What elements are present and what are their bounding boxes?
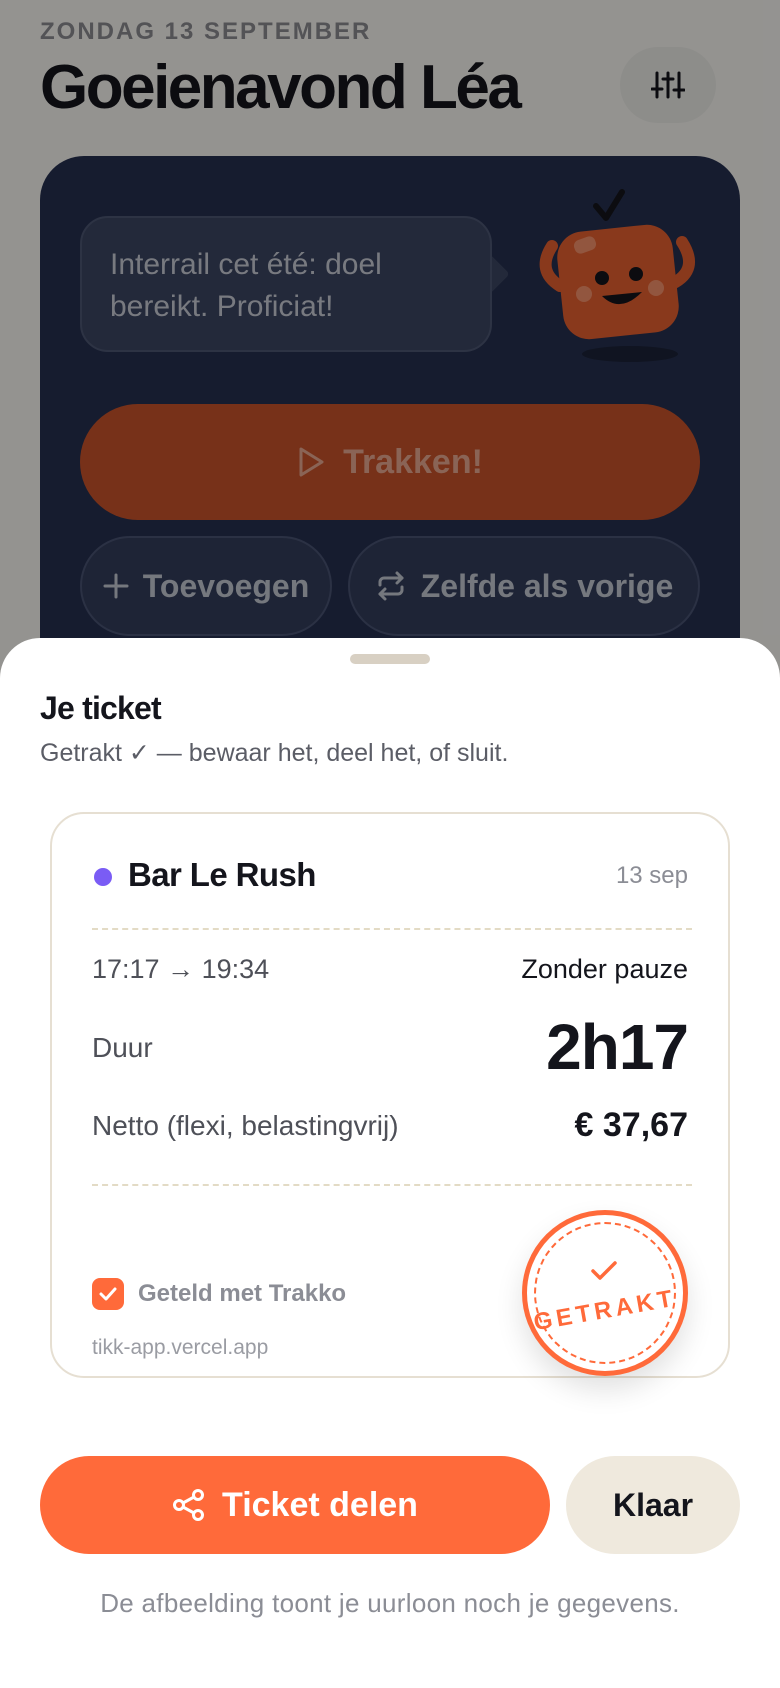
ticket-sheet: Je ticket Getrakt ✓ — bewaar het, deel h… <box>0 638 780 1688</box>
sheet-title: Je ticket <box>40 690 162 726</box>
share-icon <box>173 1489 205 1521</box>
counted-checkbox[interactable] <box>92 1278 124 1310</box>
share-ticket-button[interactable]: Ticket delen <box>40 1456 550 1554</box>
sheet-drag-handle[interactable] <box>350 654 430 664</box>
net-value: € 37,67 <box>574 1106 688 1144</box>
getrakt-stamp: GETRAKT <box>522 1210 688 1376</box>
ticket-card: Bar Le Rush 13 sep 17:17 → 19:34 Zonder … <box>50 812 730 1378</box>
divider <box>92 928 692 930</box>
check-icon <box>591 1261 617 1280</box>
sheet-subtitle: Getrakt ✓ — bewaar het, deel het, of slu… <box>40 739 509 767</box>
net-label: Netto (flexi, belastingvrij) <box>92 1110 399 1141</box>
ticket-date: 13 sep <box>615 862 688 889</box>
counted-label: Geteld met Trakko <box>138 1280 347 1307</box>
divider <box>92 1184 692 1186</box>
time-range: 17:17 → 19:34 <box>92 954 270 984</box>
venue-name: Bar Le Rush <box>128 856 316 893</box>
pause-label: Zonder pauze <box>521 954 688 984</box>
share-button-label: Ticket delen <box>222 1485 418 1524</box>
site-url: tikk-app.vercel.app <box>92 1336 269 1359</box>
duration-value: 2h17 <box>546 1011 689 1083</box>
done-button[interactable]: Klaar <box>566 1456 740 1554</box>
privacy-footnote: De afbeelding toont je uurloon noch je g… <box>100 1588 680 1618</box>
venue-color-dot <box>94 868 112 886</box>
duration-label: Duur <box>92 1032 153 1063</box>
check-icon <box>99 1287 117 1301</box>
